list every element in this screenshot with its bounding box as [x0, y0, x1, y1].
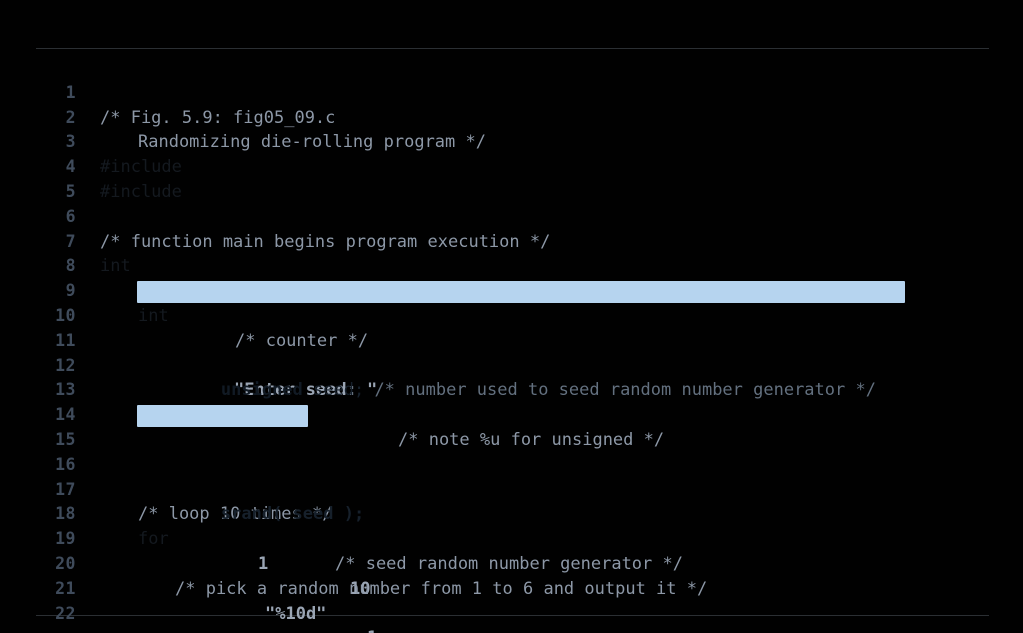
code-line: 11 [0, 304, 1023, 350]
code-line: 5 [0, 155, 1023, 201]
line-10-identifier: seed; [302, 380, 365, 401]
bottom-divider-rule [36, 615, 989, 616]
code-line: 4 #include [0, 130, 1023, 202]
line-10-comment: /* number used to seed random number gen… [364, 380, 876, 401]
code-listing-slide: 1 /* Fig. 5.9: fig05_09.c 2 Randomizing … [0, 0, 1023, 633]
code-line: 18 for 1 10 [0, 478, 1023, 598]
line-number: 22 [55, 603, 76, 623]
code-line: 2 Randomizing die-rolling program */ [0, 81, 1023, 153]
code-line-highlighted: 10 unsigned seed; /* number used to seed… [0, 279, 1023, 400]
code-line: 21 "%10d" 1 6 [0, 552, 1023, 633]
code-line: 1 /* Fig. 5.9: fig05_09.c [0, 56, 1023, 128]
code-line: 16 [0, 428, 1023, 474]
code-listing: 1 /* Fig. 5.9: fig05_09.c 2 Randomizing … [0, 56, 1023, 633]
line-15-call: srand( seed ); [220, 504, 365, 525]
code-line: 6 /* function main begins program execut… [0, 180, 1023, 252]
line-10-keyword: unsigned [220, 380, 303, 401]
code-line: 22 [0, 577, 1023, 623]
top-divider-rule [36, 48, 989, 49]
line-21-low-value: 1 [367, 626, 377, 633]
line-21-format-string: "%10d" [265, 603, 327, 624]
code-line: 8 [0, 230, 1023, 275]
code-line: 7 int void [0, 205, 1023, 302]
code-line: 13 "%u" /* note %u for unsigned */ [0, 354, 1023, 450]
code-line: 12 "Enter seed: " [0, 329, 1023, 401]
highlight-band [137, 280, 905, 303]
code-line: 3 #include [0, 106, 1023, 177]
code-line: 17 /* loop 10 times */ [0, 453, 1023, 525]
code-line: 9 int /* counter */ [0, 254, 1023, 351]
